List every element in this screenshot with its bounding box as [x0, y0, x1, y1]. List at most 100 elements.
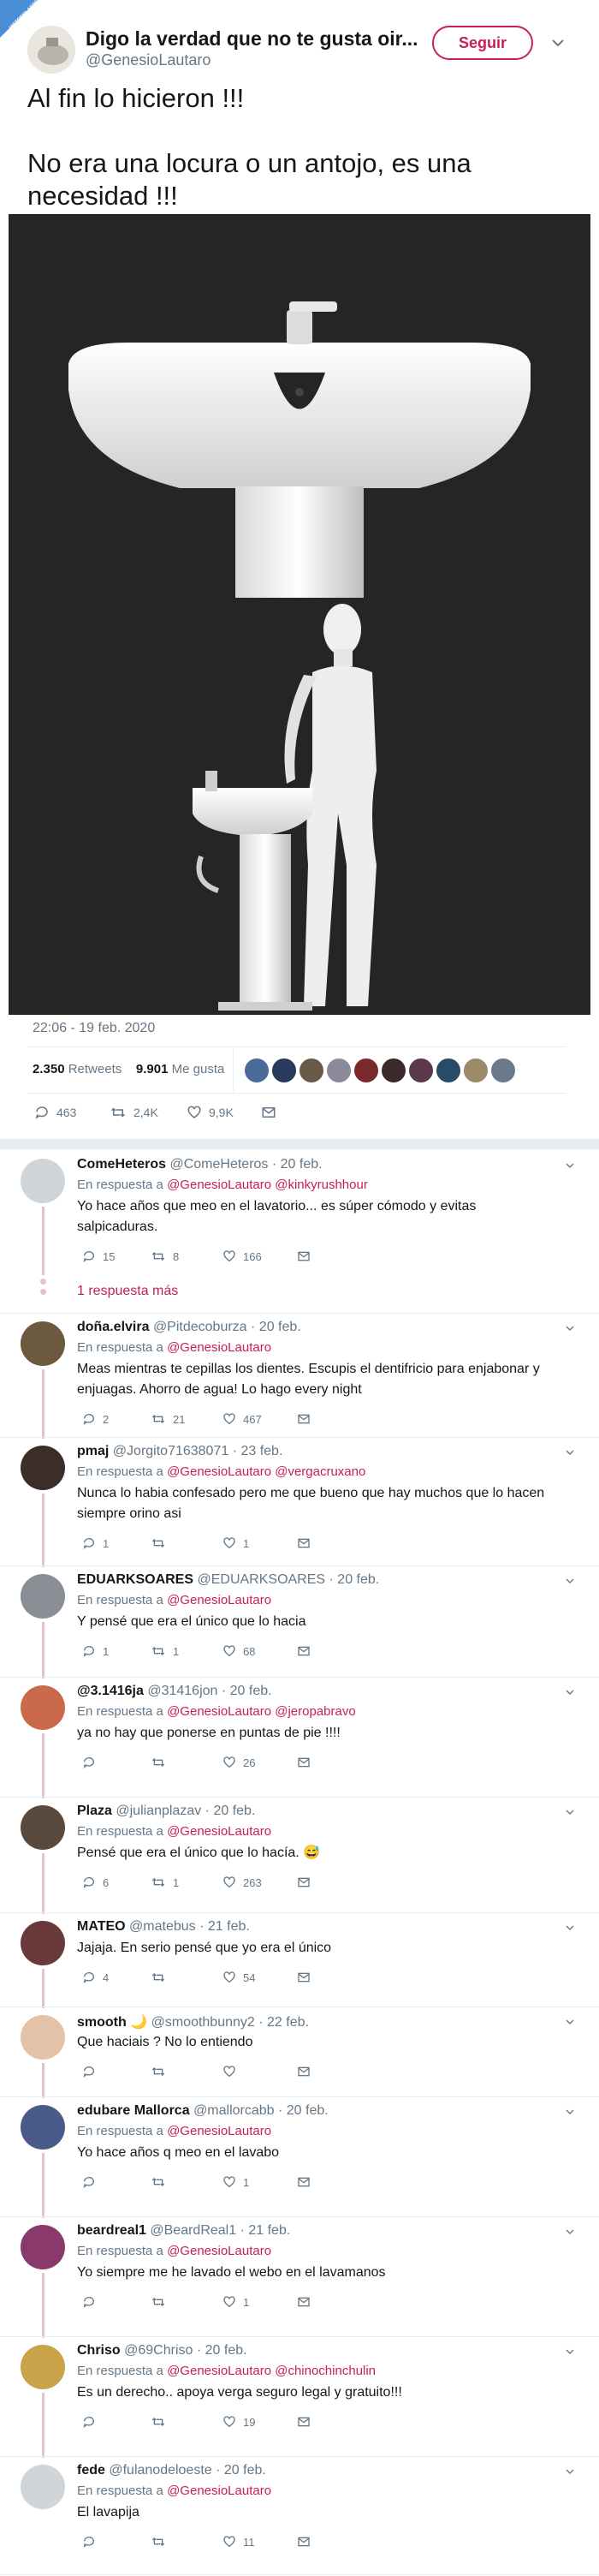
- reply-date[interactable]: 20 feb.: [213, 1804, 255, 1818]
- like-button[interactable]: 9,9K: [187, 1105, 234, 1120]
- reply-avatar[interactable]: [21, 1921, 65, 1965]
- like-button[interactable]: 11: [222, 2535, 255, 2549]
- reply-date[interactable]: 21 feb.: [208, 1919, 250, 1934]
- reply-item[interactable]: ComeHeteros @ComeHeteros · 20 feb. En res…: [0, 1152, 599, 1315]
- reply-button[interactable]: 2: [82, 1412, 109, 1426]
- reply-author-handle[interactable]: @ComeHeteros: [169, 1157, 268, 1172]
- liker-avatar[interactable]: [271, 1058, 297, 1083]
- reply-date[interactable]: 20 feb.: [205, 2343, 247, 2358]
- author-display-name[interactable]: Digo la verdad que no te gusta oir...: [86, 27, 418, 51]
- reply-date[interactable]: 20 feb.: [230, 1684, 272, 1698]
- message-button[interactable]: [296, 1249, 311, 1263]
- reply-author-handle[interactable]: @69Chriso: [124, 2343, 193, 2358]
- liker-avatar[interactable]: [436, 1058, 461, 1083]
- reply-author-handle[interactable]: @Pitdecoburza: [153, 1320, 247, 1334]
- reply-avatar[interactable]: [21, 1574, 65, 1619]
- retweet-button[interactable]: [151, 2065, 173, 2078]
- message-button[interactable]: [296, 1971, 311, 1984]
- reply-avatar[interactable]: [21, 1805, 65, 1850]
- reply-item[interactable]: Chriso @69Chriso · 20 feb. En respuesta a…: [0, 2338, 599, 2458]
- reply-avatar[interactable]: [21, 1159, 65, 1203]
- reply-mentions[interactable]: @GenesioLautaro @chinochinchulin: [167, 2364, 376, 2378]
- reply-author-name[interactable]: @3.1416ja: [77, 1684, 144, 1698]
- retweets-value[interactable]: 2.350: [33, 1062, 65, 1076]
- liker-avatar[interactable]: [490, 1058, 516, 1083]
- reply-author-handle[interactable]: @31416jon: [147, 1684, 217, 1698]
- message-button[interactable]: [296, 1756, 311, 1769]
- retweet-button[interactable]: [151, 1756, 173, 1769]
- chevron-down-icon[interactable]: [563, 2465, 577, 2478]
- like-button[interactable]: 1: [222, 2295, 249, 2309]
- message-button[interactable]: [296, 1536, 311, 1550]
- reply-avatar[interactable]: [21, 1446, 65, 1490]
- retweet-button[interactable]: 1: [151, 1875, 179, 1889]
- reply-author-name[interactable]: doña.elvira: [77, 1320, 149, 1334]
- reply-author-name[interactable]: pmaj: [77, 1444, 109, 1458]
- reply-author-name[interactable]: edubare Mallorca: [77, 2103, 190, 2118]
- retweet-button[interactable]: [151, 2175, 173, 2189]
- reply-item[interactable]: beardreal1 @BeardReal1 · 21 feb. En respu…: [0, 2218, 599, 2338]
- reply-mentions[interactable]: @GenesioLautaro: [167, 1824, 271, 1839]
- liker-avatar[interactable]: [381, 1058, 406, 1083]
- reply-item[interactable]: Plaza @julianplazav · 20 feb. En respuest…: [0, 1798, 599, 1914]
- reply-avatar[interactable]: [21, 1685, 65, 1730]
- message-button[interactable]: [296, 2295, 311, 2309]
- like-button[interactable]: 166: [222, 1249, 262, 1263]
- message-button[interactable]: [296, 2415, 311, 2429]
- retweet-button[interactable]: 21: [151, 1412, 185, 1426]
- reply-author-handle[interactable]: @mallorcabb: [193, 2103, 275, 2118]
- reply-date[interactable]: 20 feb.: [287, 2103, 329, 2118]
- reply-author-handle[interactable]: @Jorgito71638071: [113, 1444, 228, 1458]
- liker-avatar[interactable]: [299, 1058, 324, 1083]
- chevron-down-icon[interactable]: [563, 2105, 577, 2119]
- retweet-button[interactable]: [151, 2535, 173, 2549]
- reply-author-name[interactable]: Plaza: [77, 1804, 112, 1818]
- retweet-button[interactable]: [151, 1971, 173, 1984]
- reply-date[interactable]: 22 feb.: [267, 2015, 309, 2030]
- message-button[interactable]: [260, 1105, 277, 1120]
- reply-mentions[interactable]: @GenesioLautaro: [167, 1340, 271, 1355]
- chevron-down-icon[interactable]: [563, 1921, 577, 1935]
- like-button[interactable]: 68: [222, 1644, 255, 1658]
- reply-button[interactable]: [82, 2295, 103, 2309]
- reply-date[interactable]: 23 feb.: [240, 1444, 282, 1458]
- tweet-timestamp[interactable]: 22:06 - 19 feb. 2020: [33, 1021, 155, 1036]
- reply-date[interactable]: 21 feb.: [248, 2223, 290, 2238]
- reply-item[interactable]: smooth 🌙 @smoothbunny2 · 22 feb. Que haci…: [0, 2008, 599, 2098]
- tweet-media-image[interactable]: [9, 214, 590, 1015]
- author-avatar[interactable]: [27, 26, 75, 74]
- follow-button[interactable]: Seguir: [432, 26, 533, 60]
- reply-button[interactable]: [82, 2065, 103, 2078]
- liker-avatar[interactable]: [463, 1058, 489, 1083]
- more-replies-link[interactable]: 1 respuesta más: [77, 1284, 178, 1299]
- reply-mentions[interactable]: @GenesioLautaro @kinkyrushhour: [167, 1178, 368, 1192]
- reply-avatar[interactable]: [21, 2015, 65, 2060]
- like-button[interactable]: 54: [222, 1971, 255, 1984]
- reply-avatar[interactable]: [21, 2105, 65, 2150]
- reply-item[interactable]: fede @fulanodeloeste · 20 feb. En respues…: [0, 2458, 599, 2576]
- reply-author-name[interactable]: smooth 🌙: [77, 2015, 147, 2030]
- reply-author-name[interactable]: MATEO: [77, 1919, 126, 1934]
- liker-avatar[interactable]: [244, 1058, 270, 1083]
- retweet-button[interactable]: 1: [151, 1644, 179, 1658]
- retweet-button[interactable]: 8: [151, 1249, 179, 1263]
- reply-button[interactable]: 1: [82, 1536, 109, 1550]
- reply-mentions[interactable]: @GenesioLautaro @jeropabravo: [167, 1704, 356, 1719]
- like-button[interactable]: 467: [222, 1412, 262, 1426]
- reply-date[interactable]: 20 feb.: [259, 1320, 301, 1334]
- likes-label[interactable]: Me gusta: [172, 1062, 225, 1076]
- reply-author-name[interactable]: Chriso: [77, 2343, 121, 2358]
- chevron-down-icon[interactable]: [563, 2345, 577, 2358]
- reply-author-handle[interactable]: @EDUARKSOARES: [197, 1572, 325, 1587]
- chevron-down-icon[interactable]: [563, 1574, 577, 1588]
- message-button[interactable]: [296, 2535, 311, 2549]
- reply-avatar[interactable]: [21, 1321, 65, 1366]
- reply-mentions[interactable]: @GenesioLautaro @vergacruxano: [167, 1464, 365, 1479]
- reply-mentions[interactable]: @GenesioLautaro: [167, 1593, 271, 1607]
- retweets-label[interactable]: Retweets: [68, 1062, 122, 1076]
- reply-item[interactable]: EDUARKSOARES @EDUARKSOARES · 20 feb. En r…: [0, 1567, 599, 1679]
- message-button[interactable]: [296, 2065, 311, 2078]
- reply-button[interactable]: [82, 2175, 103, 2189]
- reply-button[interactable]: 1: [82, 1644, 109, 1658]
- reply-button[interactable]: 6: [82, 1875, 109, 1889]
